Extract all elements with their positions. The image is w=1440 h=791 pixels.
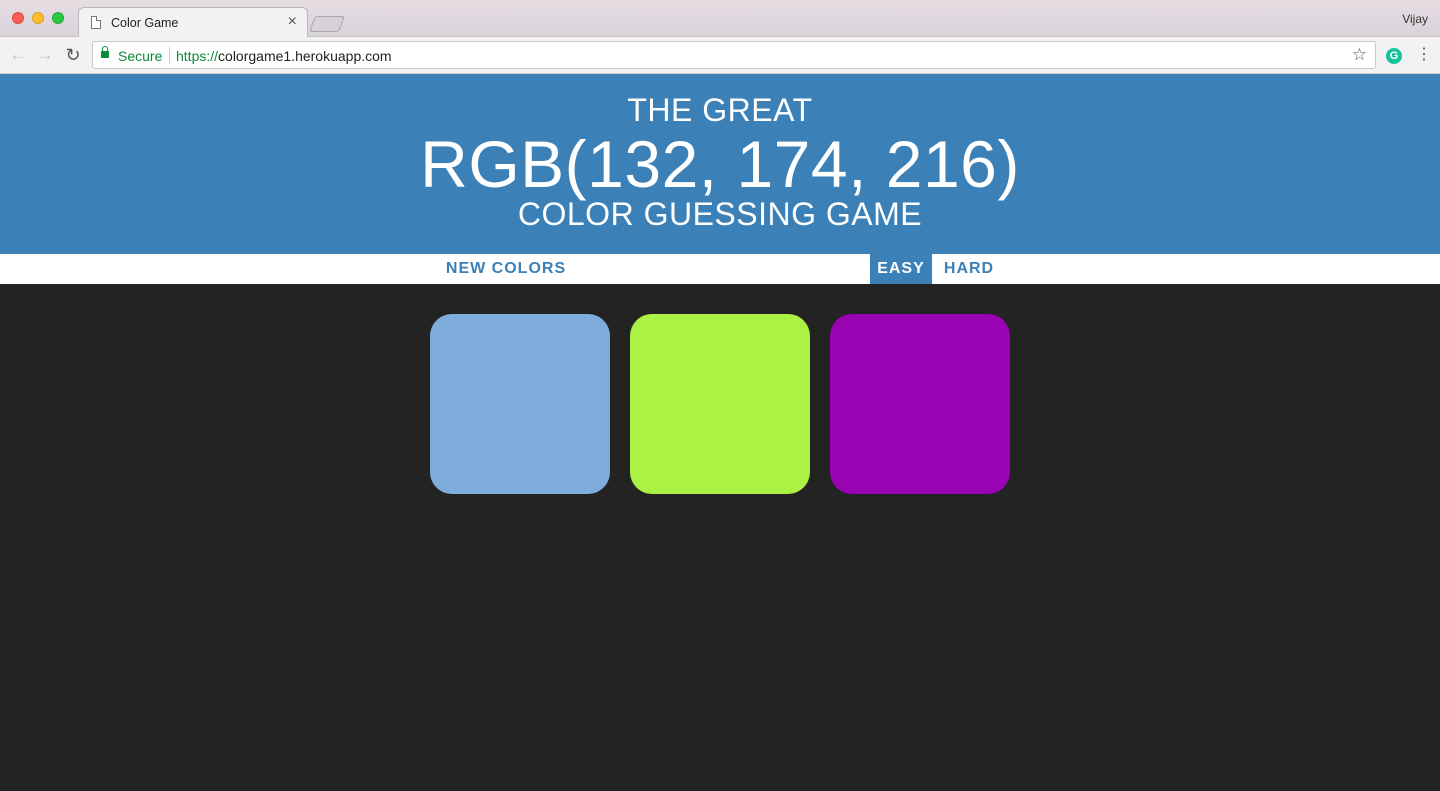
header-line-1: THE GREAT bbox=[627, 92, 813, 128]
page-content: THE GREAT RGB(132, 174, 216) COLOR GUESS… bbox=[0, 74, 1440, 791]
minimize-window-button[interactable] bbox=[32, 12, 44, 24]
url-scheme: https:// bbox=[176, 48, 219, 64]
lock-icon bbox=[101, 46, 109, 58]
page-icon bbox=[91, 16, 101, 29]
game-header: THE GREAT RGB(132, 174, 216) COLOR GUESS… bbox=[0, 74, 1440, 254]
browser-menu-icon[interactable]: ⋮ bbox=[1416, 46, 1432, 64]
address-bar[interactable]: Secure https://colorgame1.herokuapp.com … bbox=[92, 41, 1376, 69]
browser-tab[interactable]: Color Game × bbox=[78, 7, 308, 38]
color-square[interactable] bbox=[430, 314, 610, 494]
maximize-window-button[interactable] bbox=[52, 12, 64, 24]
browser-titlebar: Color Game × Vijay bbox=[0, 0, 1440, 38]
profile-name[interactable]: Vijay bbox=[1402, 12, 1428, 26]
back-arrow-icon[interactable]: ← bbox=[8, 45, 28, 65]
hard-mode-button[interactable]: HARD bbox=[932, 254, 1006, 284]
grammarly-extension-icon[interactable]: G bbox=[1386, 48, 1402, 64]
target-rgb-display: RGB(132, 174, 216) bbox=[420, 127, 1020, 201]
bookmark-star-icon[interactable]: ☆ bbox=[1352, 45, 1367, 65]
new-colors-button[interactable]: NEW COLORS bbox=[436, 254, 576, 284]
easy-mode-button[interactable]: EASY bbox=[870, 254, 932, 284]
tab-title: Color Game bbox=[111, 16, 179, 30]
forward-arrow-icon[interactable]: → bbox=[35, 45, 55, 65]
close-window-button[interactable] bbox=[12, 12, 24, 24]
tab-close-icon[interactable]: × bbox=[288, 13, 297, 31]
reload-icon[interactable]: ↻ bbox=[63, 45, 83, 65]
url-text[interactable]: https://colorgame1.herokuapp.com bbox=[176, 48, 392, 64]
address-divider bbox=[169, 47, 170, 64]
header-line-3: COLOR GUESSING GAME bbox=[517, 196, 923, 232]
color-square[interactable] bbox=[630, 314, 810, 494]
controls-stripe: NEW COLORS EASY HARD bbox=[0, 254, 1440, 284]
color-square[interactable] bbox=[830, 314, 1010, 494]
new-tab-button[interactable] bbox=[309, 16, 345, 32]
url-host: colorgame1.herokuapp.com bbox=[218, 48, 392, 64]
browser-toolbar: ← → ↻ Secure https://colorgame1.herokuap… bbox=[0, 37, 1440, 74]
secure-label: Secure bbox=[118, 48, 163, 64]
